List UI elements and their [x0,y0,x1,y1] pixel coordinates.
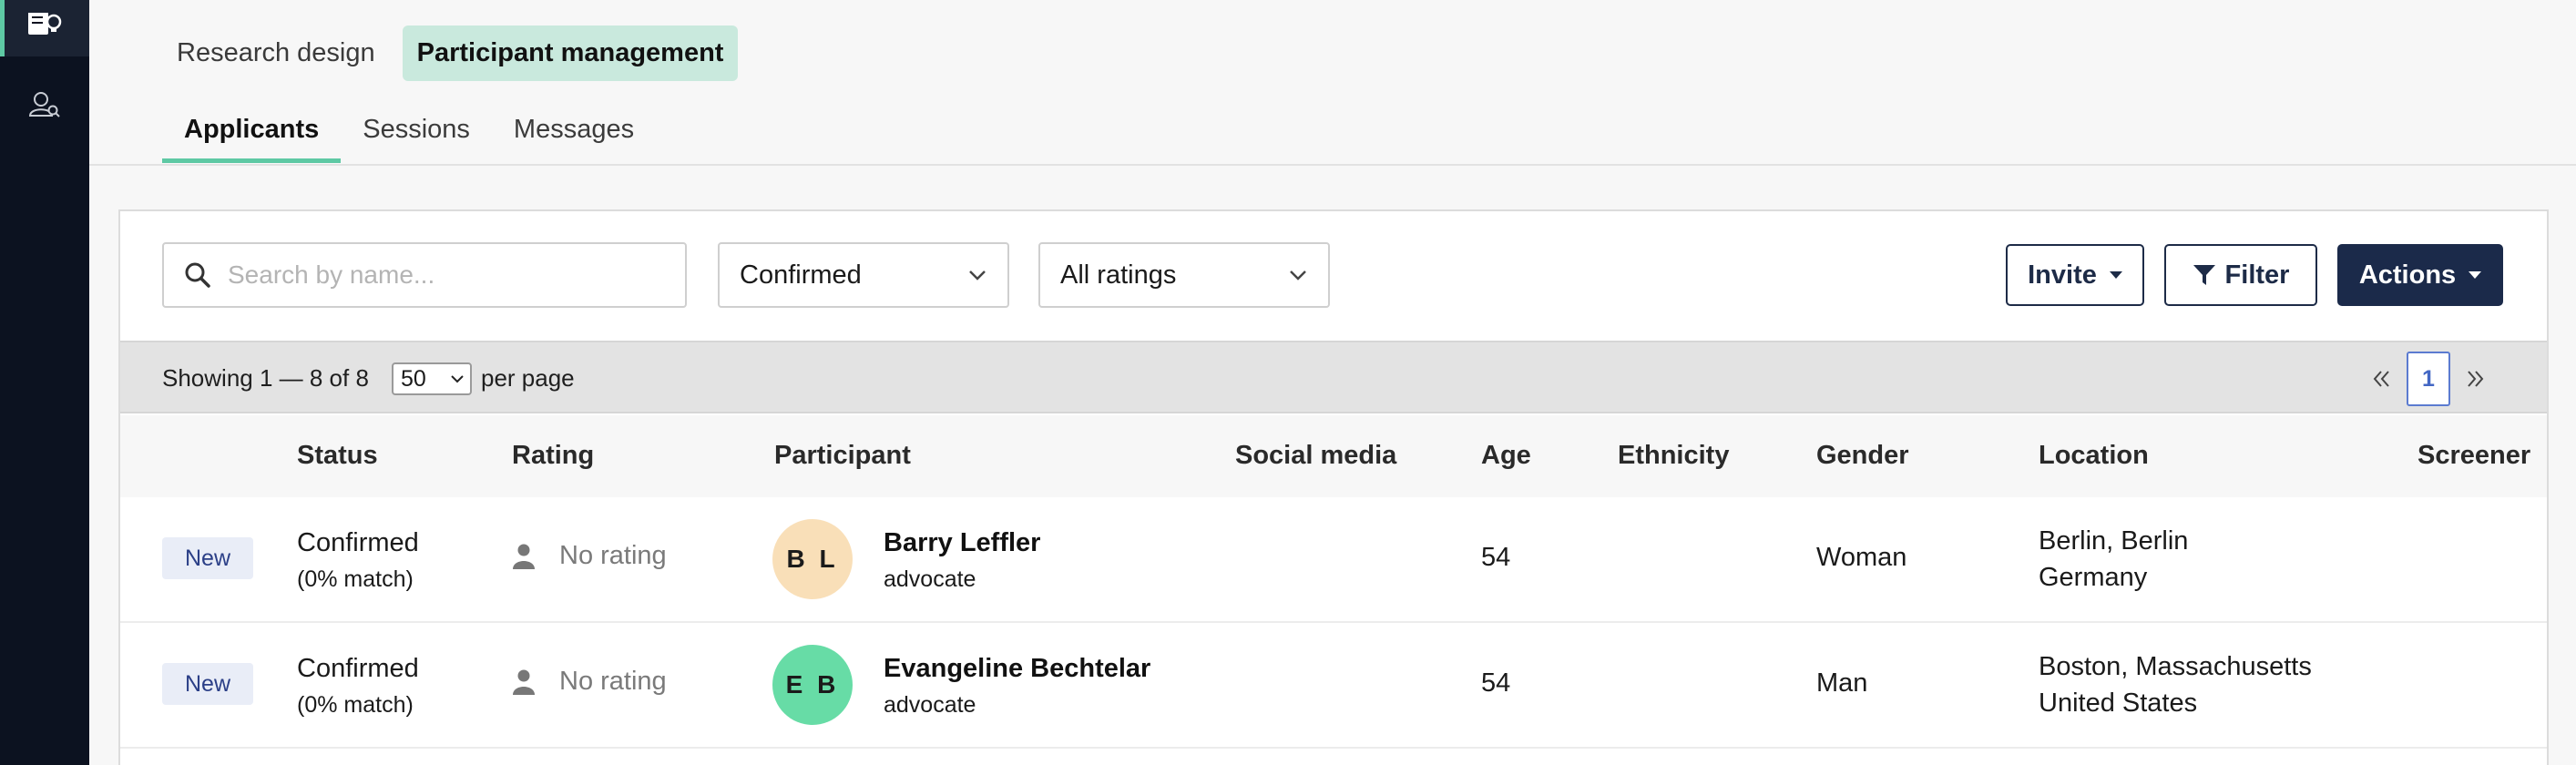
location-city: Boston, Massachusetts [2039,652,2312,681]
double-chevron-left-icon [2373,371,2389,387]
gender-value: Man [1816,668,1868,698]
status-filter-value: Confirmed [740,260,862,290]
location-city: Berlin, Berlin [2039,526,2189,556]
match-percent: (0% match) [297,692,414,718]
column-location[interactable]: Location [2039,441,2149,471]
caret-down-icon [2109,271,2122,279]
last-page-button[interactable] [2461,361,2489,397]
document-lightbulb-icon [28,13,62,35]
rating-cell[interactable]: No rating [512,541,667,571]
column-status[interactable]: Status [297,441,378,471]
first-page-button[interactable] [2368,361,2396,397]
sub-tabs: Applicants Sessions Messages [162,104,656,163]
search-input[interactable] [228,260,665,290]
funnel-icon [2193,265,2215,285]
caret-down-icon [2469,271,2482,279]
table-row[interactable]: New Confirmed (0% match) No rating B L B… [120,497,2547,623]
header-divider [89,164,2576,166]
actions-label: Actions [2358,260,2457,290]
status-badge: New [162,537,253,579]
user-search-icon [28,92,60,117]
chevron-down-icon [1290,270,1306,280]
chevron-down-icon [451,375,464,383]
match-percent: (0% match) [297,566,414,592]
status-text: Confirmed [297,654,419,683]
rating-filter-select[interactable]: All ratings [1038,242,1330,308]
status-text: Confirmed [297,528,419,557]
search-box [162,242,687,308]
column-screener[interactable]: Screener [2418,441,2530,471]
filter-button[interactable]: Filter [2164,244,2317,306]
tab-participant-management[interactable]: Participant management [402,26,739,81]
sidebar-item-research[interactable] [0,0,89,56]
participant-name[interactable]: Barry Leffler [884,528,1040,558]
column-ethnicity[interactable]: Ethnicity [1618,441,1729,471]
rating-cell[interactable]: No rating [512,667,667,697]
column-age[interactable]: Age [1481,441,1531,471]
participant-role: advocate [884,566,976,592]
chevron-down-icon [969,270,986,280]
status-badge: New [162,663,253,705]
location-value: Berlin, Berlin Germany [2039,523,2188,596]
double-chevron-right-icon [2468,371,2484,387]
invite-label: Invite [2028,260,2097,290]
tab-sessions[interactable]: Sessions [341,104,492,161]
tab-research-design[interactable]: Research design [162,26,390,81]
gender-value: Woman [1816,543,1907,572]
pagination-bar: Showing 1 — 8 of 8 50 per page 1 [120,341,2547,413]
person-icon [513,544,535,569]
sidebar [0,0,89,765]
rating-text: No rating [559,667,667,696]
applicant-status: Confirmed (0% match) [297,525,419,597]
column-social-media[interactable]: Social media [1235,441,1396,471]
applicant-status: Confirmed (0% match) [297,650,419,723]
applicants-panel: Confirmed All ratings Invite Filter Acti… [118,209,2549,765]
column-rating[interactable]: Rating [512,441,594,471]
table-header: Status Rating Participant Social media A… [120,415,2547,497]
column-participant[interactable]: Participant [774,441,911,471]
sidebar-item-participants[interactable] [0,76,89,133]
search-icon [185,262,210,288]
page-number-button[interactable]: 1 [2407,352,2450,406]
tab-messages[interactable]: Messages [492,104,656,161]
tab-applicants[interactable]: Applicants [162,104,342,163]
table-row[interactable]: New Confirmed (0% match) No rating E B E… [120,623,2547,749]
location-country: United States [2039,688,2198,718]
age-value: 54 [1481,543,1511,572]
avatar: E B [772,645,853,725]
per-page-label: per page [481,364,575,392]
participant-name[interactable]: Evangeline Bechtelar [884,654,1150,684]
age-value: 54 [1481,668,1511,698]
top-tabs: Research design Participant management [162,26,739,81]
person-icon [513,669,535,695]
location-value: Boston, Massachusetts United States [2039,648,2312,721]
column-gender[interactable]: Gender [1816,441,1909,471]
participant-role: advocate [884,692,976,718]
rating-text: No rating [559,541,667,570]
showing-count: Showing 1 — 8 of 8 [162,364,369,392]
invite-button[interactable]: Invite [2006,244,2144,306]
per-page-value: 50 [401,365,426,392]
status-filter-select[interactable]: Confirmed [718,242,1009,308]
filter-label: Filter [2224,260,2290,290]
location-country: Germany [2039,563,2148,592]
avatar: B L [772,519,853,599]
actions-button[interactable]: Actions [2337,244,2503,306]
rating-filter-value: All ratings [1060,260,1177,290]
per-page-select[interactable]: 50 [392,362,472,395]
